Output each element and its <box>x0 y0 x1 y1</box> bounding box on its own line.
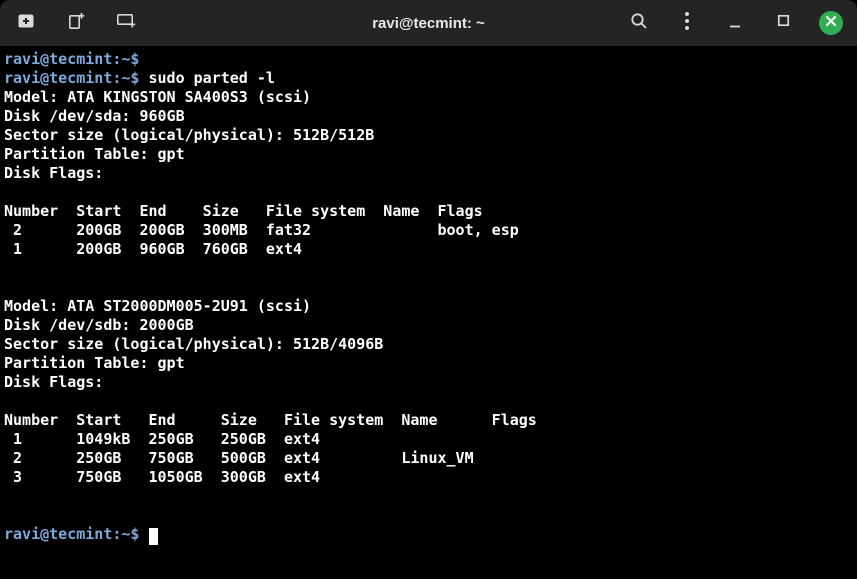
new-window-icon <box>17 13 35 34</box>
terminal-line <box>4 183 857 202</box>
terminal-line: 2 200GB 200GB 300MB fat32 boot, esp <box>4 221 857 240</box>
terminal-line: Model: ATA ST2000DM005-2U91 (scsi) <box>4 297 857 316</box>
titlebar: ravi@tecmint: ~ <box>0 0 857 46</box>
new-tab-icon <box>68 12 85 35</box>
split-terminal-icon <box>116 12 137 34</box>
terminal-line: 2 250GB 750GB 500GB ext4 Linux_VM <box>4 449 857 468</box>
terminal-line: Model: ATA KINGSTON SA400S3 (scsi) <box>4 88 857 107</box>
shell-prompt: ravi@tecmint:~$ <box>4 50 139 68</box>
terminal-line: Number Start End Size File system Name F… <box>4 202 857 221</box>
titlebar-left-actions <box>14 11 138 35</box>
terminal-line: Disk /dev/sda: 960GB <box>4 107 857 126</box>
minimize-button[interactable] <box>723 11 747 35</box>
terminal-line: Disk Flags: <box>4 164 857 183</box>
terminal-line <box>4 278 857 297</box>
terminal-text: Sector size (logical/physical): 512B/512… <box>4 126 374 144</box>
terminal-text: 2 200GB 200GB 300MB fat32 boot, esp <box>4 221 519 239</box>
terminal-line: ravi@tecmint:~$ <box>4 50 857 69</box>
terminal-line: ravi@tecmint:~$ <box>4 525 857 544</box>
close-icon <box>825 14 837 32</box>
terminal-line <box>4 259 857 278</box>
maximize-icon <box>777 14 790 32</box>
terminal-text: Disk /dev/sda: 960GB <box>4 107 185 125</box>
terminal-text: Disk Flags: <box>4 164 103 182</box>
terminal-line <box>4 392 857 411</box>
new-tab-button[interactable] <box>64 11 88 35</box>
terminal-text: Sector size (logical/physical): 512B/409… <box>4 335 383 353</box>
terminal-line: 1 200GB 960GB 760GB ext4 <box>4 240 857 259</box>
split-terminal-button[interactable] <box>114 11 138 35</box>
terminal-line: Disk /dev/sdb: 2000GB <box>4 316 857 335</box>
titlebar-right-actions <box>627 11 843 35</box>
kebab-menu-icon <box>684 11 690 36</box>
terminal-line: 1 1049kB 250GB 250GB ext4 <box>4 430 857 449</box>
terminal-text: 3 750GB 1050GB 300GB ext4 <box>4 468 320 486</box>
terminal-text: Partition Table: gpt <box>4 145 185 163</box>
terminal-cursor <box>149 528 158 545</box>
shell-prompt: ravi@tecmint:~$ <box>4 69 139 87</box>
terminal-text <box>139 525 148 543</box>
maximize-button[interactable] <box>771 11 795 35</box>
search-button[interactable] <box>627 11 651 35</box>
terminal-text: Number Start End Size File system Name F… <box>4 202 483 220</box>
terminal-line: Sector size (logical/physical): 512B/409… <box>4 335 857 354</box>
terminal-line: Disk Flags: <box>4 373 857 392</box>
terminal-line: Sector size (logical/physical): 512B/512… <box>4 126 857 145</box>
terminal-text: 2 250GB 750GB 500GB ext4 Linux_VM <box>4 449 474 467</box>
terminal-line <box>4 506 857 525</box>
terminal-text: Disk /dev/sdb: 2000GB <box>4 316 194 334</box>
terminal-text: 1 200GB 960GB 760GB ext4 <box>4 240 302 258</box>
terminal-line: 3 750GB 1050GB 300GB ext4 <box>4 468 857 487</box>
terminal-output[interactable]: ravi@tecmint:~$ravi@tecmint:~$ sudo part… <box>0 46 857 579</box>
terminal-text: Model: ATA ST2000DM005-2U91 (scsi) <box>4 297 311 315</box>
search-icon <box>630 12 648 35</box>
terminal-line: ravi@tecmint:~$ sudo parted -l <box>4 69 857 88</box>
terminal-line: Number Start End Size File system Name F… <box>4 411 857 430</box>
terminal-line <box>4 487 857 506</box>
terminal-window: ravi@tecmint: ~ <box>0 0 857 579</box>
terminal-text: Disk Flags: <box>4 373 103 391</box>
close-button[interactable] <box>819 11 843 35</box>
terminal-text: sudo parted -l <box>139 69 274 87</box>
terminal-text: 1 1049kB 250GB 250GB ext4 <box>4 430 320 448</box>
terminal-text: Number Start End Size File system Name F… <box>4 411 537 429</box>
terminal-text: Partition Table: gpt <box>4 354 185 372</box>
terminal-line: Partition Table: gpt <box>4 354 857 373</box>
menu-button[interactable] <box>675 11 699 35</box>
minimize-icon <box>729 14 741 33</box>
shell-prompt: ravi@tecmint:~$ <box>4 525 139 543</box>
terminal-text: Model: ATA KINGSTON SA400S3 (scsi) <box>4 88 311 106</box>
new-window-button[interactable] <box>14 11 38 35</box>
terminal-line: Partition Table: gpt <box>4 145 857 164</box>
